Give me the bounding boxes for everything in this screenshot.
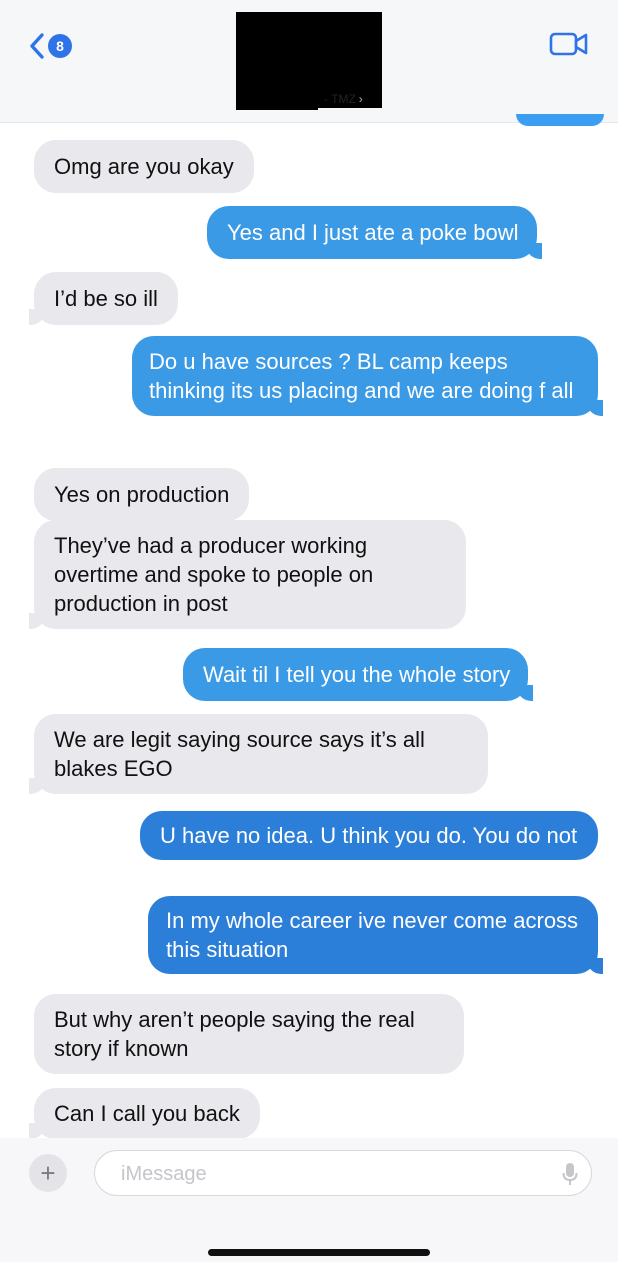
- message-text: U have no idea. U think you do. You do n…: [160, 823, 578, 848]
- input-placeholder: iMessage: [121, 1163, 207, 1185]
- incoming-message[interactable]: They’ve had a producer working overtime …: [29, 520, 466, 629]
- outgoing-message[interactable]: U have no idea. U think you do. You do n…: [140, 811, 598, 860]
- message-text: Can I call you back: [54, 1101, 240, 1126]
- message-text: Yes on production: [54, 482, 230, 507]
- chevron-right-icon: ›: [358, 92, 363, 106]
- message-text: Yes and I just ate a poke bowl: [227, 220, 519, 245]
- incoming-message[interactable]: Can I call you back: [29, 1088, 260, 1139]
- outgoing-message[interactable]: Wait til I tell you the whole story: [183, 648, 534, 701]
- message-text: Wait til I tell you the whole story: [203, 662, 511, 687]
- message-text: Do u have sources ? BL camp keeps thinki…: [149, 349, 574, 403]
- outgoing-message[interactable]: Yes and I just ate a poke bowl: [207, 206, 541, 259]
- video-camera-icon: [549, 32, 588, 56]
- outgoing-message[interactable]: Do u have sources ? BL camp keeps thinki…: [132, 336, 603, 416]
- outgoing-message[interactable]: In my whole career ive never come across…: [148, 896, 603, 974]
- message-text: But why aren’t people saying the real st…: [54, 1007, 415, 1061]
- unread-count-badge: 8: [48, 34, 72, 58]
- home-indicator: [208, 1249, 430, 1256]
- incoming-message[interactable]: Omg are you okay: [34, 140, 254, 193]
- contact-name: - TMZ: [324, 92, 356, 106]
- microphone-icon[interactable]: [562, 1162, 578, 1186]
- apps-plus-button[interactable]: +: [29, 1154, 67, 1192]
- contact-name-link[interactable]: - TMZ ›: [324, 92, 363, 106]
- previous-message-edge: [516, 114, 604, 126]
- imessage-input[interactable]: iMessage: [94, 1150, 592, 1196]
- chevron-left-icon: [30, 33, 44, 59]
- incoming-message[interactable]: Yes on production: [34, 468, 250, 521]
- incoming-message[interactable]: But why aren’t people saying the real st…: [34, 994, 464, 1074]
- message-text: In my whole career ive never come across…: [166, 908, 579, 962]
- message-text: They’ve had a producer working overtime …: [54, 533, 374, 616]
- incoming-message[interactable]: We are legit saying source says it’s all…: [29, 714, 488, 794]
- plus-icon: +: [40, 1157, 56, 1188]
- incoming-message[interactable]: I’d be so ill: [29, 272, 178, 325]
- redaction-block: [236, 92, 318, 110]
- message-text: I’d be so ill: [54, 286, 158, 311]
- message-text: Omg are you okay: [54, 154, 234, 179]
- facetime-video-button[interactable]: [549, 31, 589, 57]
- back-button[interactable]: 8: [28, 30, 86, 62]
- message-text: We are legit saying source says it’s all…: [54, 727, 425, 781]
